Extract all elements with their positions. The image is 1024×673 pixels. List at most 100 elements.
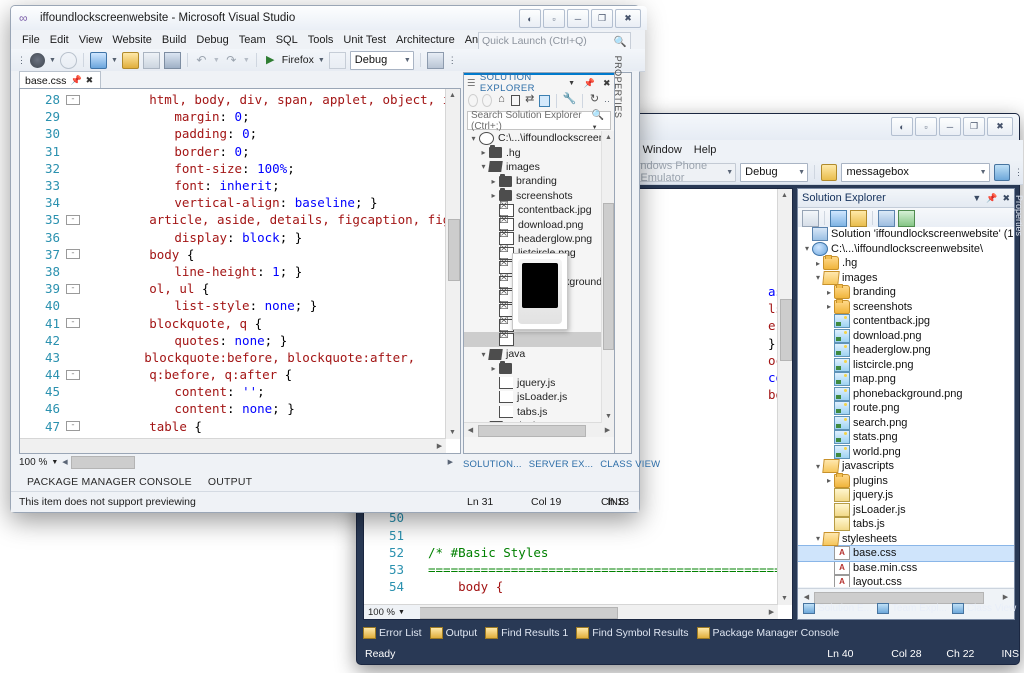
open-file-icon[interactable]	[121, 51, 139, 69]
expander-icon[interactable]: ▾	[478, 350, 489, 359]
tree-item[interactable]: ▾ C:\...\iffoundlockscreenwebsi	[464, 131, 614, 145]
window2-vertical-scroll-thumb[interactable]	[780, 299, 792, 361]
window2-editor-horizontal-scrollbar[interactable]: ◀ ▶	[364, 604, 778, 619]
code-line[interactable]: 30 padding: 0;	[20, 125, 446, 142]
expander-icon[interactable]: ▸	[824, 288, 834, 297]
code-line[interactable]: 28- html, body, div, span, applet, objec…	[20, 91, 446, 108]
expander-icon[interactable]: ▸	[478, 148, 489, 157]
scroll-right-icon[interactable]: ▶	[765, 605, 778, 618]
code-line[interactable]: 40 list-style: none; }	[20, 297, 446, 314]
window1-output-tab[interactable]: OUTPUT	[208, 476, 252, 488]
tree-item[interactable]: jquery.js	[798, 488, 1014, 503]
feedback-icon[interactable]: ◐	[519, 9, 541, 28]
toolbar-grip[interactable]: ⋮	[17, 55, 26, 66]
expander-icon[interactable]: ▸	[824, 476, 834, 485]
fold-toggle-icon[interactable]: -	[66, 249, 80, 260]
menu-item-sql[interactable]: SQL	[271, 33, 303, 47]
search-icon[interactable]: 🔍	[614, 35, 627, 48]
code-line[interactable]: 31 border: 0;	[20, 143, 446, 160]
expander-icon[interactable]: ▾	[802, 244, 812, 253]
view-code-icon[interactable]	[898, 209, 915, 227]
expander-icon[interactable]: ▾	[478, 162, 489, 171]
window2-solution-explorer[interactable]: Solution Explorer ▼ 📌 ✖ Solution 'iffoun…	[797, 188, 1024, 620]
refresh-icon[interactable]: ↻	[589, 93, 600, 108]
tree-item[interactable]	[464, 330, 614, 347]
tree-item[interactable]: ▸ .hg	[798, 255, 1014, 271]
properties-icon[interactable]: 🔧	[563, 93, 577, 108]
code-line[interactable]: 43 blockquote:before, blockquote:after,	[20, 349, 446, 366]
tree-item[interactable]: ▸ branding	[464, 173, 614, 188]
tree-item[interactable]: ▸ branding	[798, 284, 1014, 300]
code-line[interactable]: 44- q:before, q:after {	[20, 366, 446, 383]
menu-item-debug[interactable]: Debug	[191, 33, 233, 47]
menu-item-unit-test[interactable]: Unit Test	[338, 33, 391, 47]
window1-tool-window-tab[interactable]: CLASS VIEW	[600, 459, 660, 470]
code-line[interactable]: 32 font-size: 100%;	[20, 160, 446, 177]
find-combo[interactable]: messagebox ▼	[841, 162, 990, 182]
tree-item[interactable]: jsLoader.js	[798, 502, 1014, 518]
code-line[interactable]: 54 body {	[364, 578, 778, 595]
tree-item[interactable]: route.png	[798, 401, 1014, 416]
new-project-icon[interactable]	[89, 51, 107, 69]
minimize-icon[interactable]: ─	[939, 117, 961, 136]
start-debug-icon[interactable]: ▶	[263, 53, 278, 68]
scroll-down-icon[interactable]: ▼	[602, 410, 615, 423]
tree-item[interactable]: tabs.js	[464, 404, 614, 418]
window2-properties-strip[interactable]: Properties	[1014, 195, 1024, 236]
window1-tool-window-tabs[interactable]: SOLUTION... SERVER EX... CLASS VIEW	[463, 456, 660, 472]
debug-target-combo[interactable]: ndows Phone Emulator ▼	[635, 160, 737, 184]
window2-tool-window-tab[interactable]: Class View	[951, 602, 1016, 614]
code-line[interactable]: 53 ======================================…	[364, 561, 778, 578]
code-line[interactable]: 46 content: none; }	[20, 400, 446, 417]
document-tab-base-css[interactable]: base.css 📌 ✖	[19, 71, 101, 89]
window1-output-tabs[interactable]: PACKAGE MANAGER CONSOLE OUTPUT	[11, 472, 655, 492]
toolbar-overflow-icon[interactable]: ⋮	[448, 55, 457, 66]
window2-menu-item-help[interactable]: Help	[688, 143, 723, 157]
solution-platform-icon[interactable]	[426, 51, 444, 69]
menu-item-tools[interactable]: Tools	[303, 33, 339, 47]
tree-item[interactable]: contentback.jpg	[798, 314, 1014, 329]
pending-changes-icon[interactable]	[510, 95, 521, 106]
window2-tool-window-tab[interactable]: Solution E...	[803, 602, 872, 614]
tree-item[interactable]: headerglow.png	[464, 229, 614, 246]
tree-item[interactable]: world.png	[798, 444, 1014, 460]
close-icon[interactable]: ✖	[987, 117, 1013, 136]
tree-item[interactable]: phonebackground.png	[798, 386, 1014, 402]
menu-item-architecture[interactable]: Architecture	[391, 33, 460, 47]
window2-output-tab[interactable]: Package Manager Console	[696, 627, 839, 639]
home-icon[interactable]: ⌂	[496, 93, 507, 108]
pin-icon[interactable]: 📌	[986, 193, 997, 204]
window1-editor-horizontal-scrollbar[interactable]: ▶	[20, 438, 446, 453]
window1-properties-strip[interactable]: PROPERTIES	[613, 56, 632, 454]
code-line[interactable]: 51	[364, 527, 778, 544]
window1-caption-buttons[interactable]: ◐ ▫ ─ ❐ ✖	[519, 9, 641, 28]
window1-zoom-control[interactable]: 100 % ▼ ◀ ▶	[19, 454, 459, 470]
tree-item[interactable]: jquery.js	[464, 376, 614, 390]
code-line[interactable]: 36 display: block; }	[20, 229, 446, 246]
sync-icon[interactable]: ⇄	[524, 93, 535, 108]
fold-toggle-icon[interactable]: -	[66, 94, 80, 105]
expander-icon[interactable]: ▸	[813, 259, 823, 268]
close-icon[interactable]: ✖	[1002, 193, 1010, 204]
window2-tool-window-tabs[interactable]: Solution E... Team Expl... Class View	[803, 600, 1016, 616]
tree-item[interactable]: stats.png	[798, 430, 1014, 445]
tree-item[interactable]: ▸ .hg	[464, 145, 614, 159]
expander-icon[interactable]: ▸	[488, 191, 499, 200]
refresh-icon[interactable]	[830, 209, 847, 227]
scroll-down-icon[interactable]: ▼	[778, 592, 791, 605]
start-debug-label[interactable]: Firefox	[282, 54, 314, 66]
window2-output-tab[interactable]: Find Symbol Results	[576, 627, 689, 639]
code-line[interactable]: 33 font: inherit;	[20, 177, 446, 194]
window1-editor-vertical-scrollbar[interactable]: ▲ ▼	[445, 89, 460, 439]
scroll-right-icon[interactable]: ▶	[601, 423, 614, 436]
fold-toggle-icon[interactable]: -	[66, 369, 80, 380]
code-line[interactable]: 45 content: '';	[20, 383, 446, 400]
window1-solution-explorer-toolbar[interactable]: ⌂ ⇄ 🔧 ↻ ··	[464, 91, 614, 110]
minimize-icon[interactable]: ─	[567, 9, 589, 28]
tree-item[interactable]: download.png	[464, 215, 614, 232]
dropdown-icon[interactable]: ▼	[568, 80, 575, 87]
tree-item[interactable]: ▾ C:\...\iffoundlockscreenwebsite\	[798, 241, 1014, 257]
signin-icon[interactable]: ▫	[543, 9, 565, 28]
solution-explorer-search-input[interactable]: Search Solution Explorer (Ctrl+;) 🔍▼	[467, 110, 611, 132]
menu-item-file[interactable]: File	[17, 33, 45, 47]
